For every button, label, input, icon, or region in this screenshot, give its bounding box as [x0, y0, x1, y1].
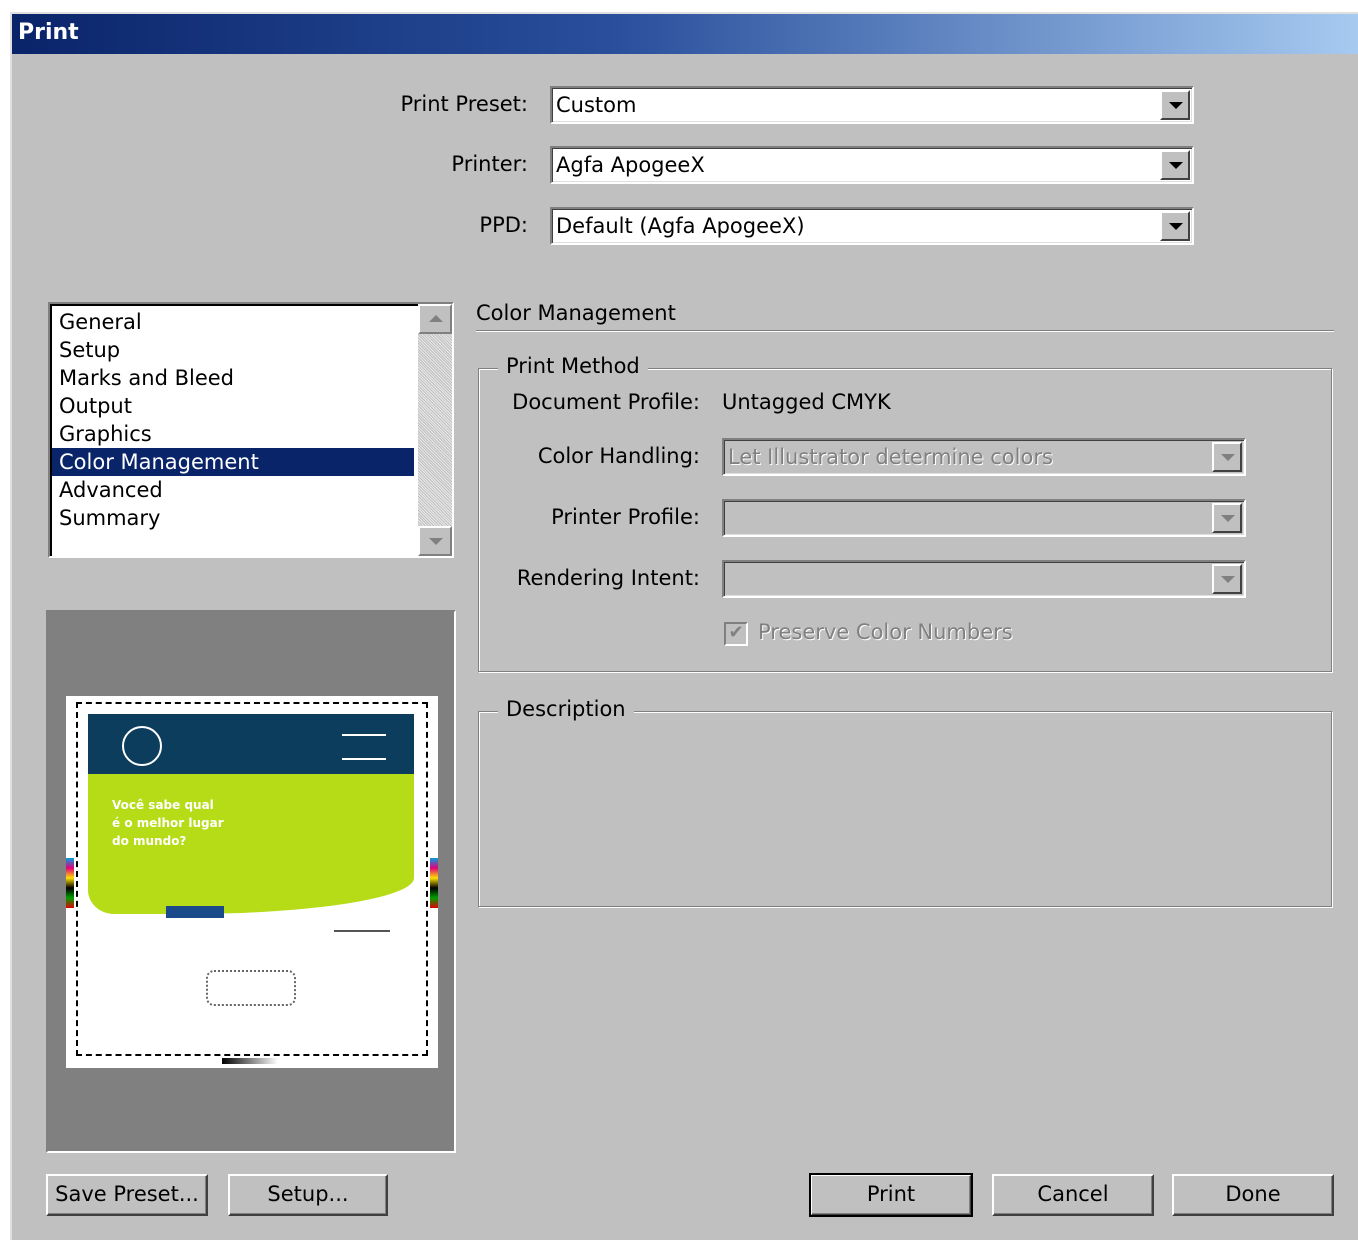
rendering-intent-select[interactable] — [722, 560, 1246, 598]
scroll-up-icon[interactable] — [418, 304, 452, 334]
done-button[interactable]: Done — [1172, 1174, 1334, 1216]
sidebar-item-setup[interactable]: Setup — [52, 336, 414, 364]
print-preview[interactable]: Você sabe qual é o melhor lugar do mundo… — [46, 610, 456, 1153]
checkmark-icon: ✔ — [728, 622, 744, 643]
print-preset-value: Custom — [556, 93, 637, 117]
rendering-intent-label: Rendering Intent: — [516, 566, 700, 590]
preserve-color-numbers-label: Preserve Color Numbers — [758, 620, 1013, 644]
preserve-color-numbers-checkbox[interactable]: ✔ — [724, 622, 748, 646]
document-profile-value: Untagged CMYK — [722, 390, 891, 414]
chevron-down-icon[interactable] — [1160, 211, 1190, 241]
printer-value: Agfa ApogeeX — [556, 153, 705, 177]
color-handling-select[interactable]: Let Illustrator determine colors — [722, 438, 1246, 476]
sidebar-item-graphics[interactable]: Graphics — [52, 420, 414, 448]
preview-headline: Você sabe qual é o melhor lugar do mundo… — [112, 796, 224, 850]
color-handling-label: Color Handling: — [537, 444, 700, 468]
sidebar-item-advanced[interactable]: Advanced — [52, 476, 414, 504]
fine-print-line — [334, 930, 390, 932]
save-preset-button[interactable]: Save Preset... — [46, 1174, 208, 1216]
ppd-label: PPD: — [479, 213, 528, 237]
headline-line: é o melhor lugar — [112, 816, 224, 830]
list-scrollbar[interactable] — [418, 304, 452, 556]
printer-profile-label: Printer Profile: — [551, 505, 700, 529]
gray-bar — [222, 1058, 278, 1064]
sidebar-item-marks-and-bleed[interactable]: Marks and Bleed — [52, 364, 414, 392]
preview-page: Você sabe qual é o melhor lugar do mundo… — [66, 696, 438, 1068]
category-list[interactable]: General Setup Marks and Bleed Output Gra… — [48, 302, 454, 558]
description-title: Description — [498, 697, 634, 721]
preview-green-band: Você sabe qual é o melhor lugar do mundo… — [88, 774, 414, 914]
sidebar-item-summary[interactable]: Summary — [52, 504, 414, 532]
setup-button[interactable]: Setup... — [228, 1174, 388, 1216]
dieline-mark — [206, 970, 296, 1006]
panel-title: Color Management — [476, 301, 676, 325]
color-bar-right — [430, 858, 438, 908]
printer-select[interactable]: Agfa ApogeeX — [550, 146, 1194, 184]
chevron-down-icon[interactable] — [1212, 442, 1242, 472]
logo-mark-icon — [342, 734, 386, 760]
description-group — [478, 711, 1332, 907]
print-preset-label: Print Preset: — [400, 92, 528, 116]
print-button[interactable]: Print — [809, 1173, 973, 1217]
chevron-down-icon[interactable] — [1212, 503, 1242, 533]
sponsor-logo-icon — [166, 906, 224, 918]
sidebar-item-output[interactable]: Output — [52, 392, 414, 420]
chevron-down-icon[interactable] — [1160, 90, 1190, 120]
logo-circle-icon — [122, 726, 162, 766]
print-preset-select[interactable]: Custom — [550, 86, 1194, 124]
scroll-down-icon[interactable] — [418, 526, 452, 556]
chevron-down-icon[interactable] — [1160, 150, 1190, 180]
window-title: Print — [12, 14, 1358, 54]
color-bar-left — [66, 858, 74, 908]
color-handling-value: Let Illustrator determine colors — [728, 445, 1053, 469]
printer-label: Printer: — [451, 152, 528, 176]
printer-profile-select[interactable] — [722, 499, 1246, 537]
ppd-value: Default (Agfa ApogeeX) — [556, 214, 805, 238]
headline-line: do mundo? — [112, 834, 187, 848]
ppd-select[interactable]: Default (Agfa ApogeeX) — [550, 207, 1194, 245]
sidebar-item-color-management[interactable]: Color Management — [52, 448, 414, 476]
sidebar-item-general[interactable]: General — [52, 308, 414, 336]
print-method-title: Print Method — [498, 354, 648, 378]
document-profile-label: Document Profile: — [512, 390, 700, 414]
panel-divider — [476, 330, 1334, 332]
chevron-down-icon[interactable] — [1212, 564, 1242, 594]
headline-line: Você sabe qual — [112, 798, 214, 812]
cancel-button[interactable]: Cancel — [992, 1174, 1154, 1216]
print-dialog: Print Print Preset: Custom Printer: Agfa… — [10, 12, 1358, 1240]
